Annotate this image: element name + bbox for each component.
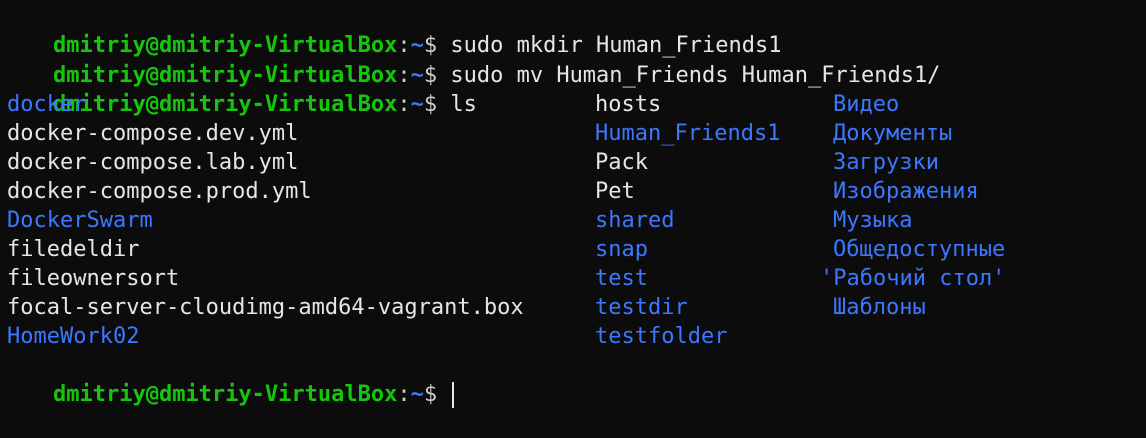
prompt-symbol: $: [423, 382, 451, 407]
command-line-1: dmitriy@dmitriy-VirtualBox:~$ sudo mkdir…: [0, 2, 782, 58]
ls-entry-templates: Шаблоны: [833, 295, 926, 320]
ls-entry-downloads: Загрузки: [833, 150, 939, 175]
ls-entry-documents: Документы: [833, 121, 953, 146]
ls-entry-desktop: 'Рабочий стол': [820, 266, 1006, 291]
ls-entry-docker-compose-lab: docker-compose.lab.yml: [7, 150, 299, 175]
command-line-3: dmitriy@dmitriy-VirtualBox:~$ ls: [0, 61, 477, 117]
ls-entry-pictures: Изображения: [833, 179, 979, 204]
prompt-colon: :: [397, 382, 411, 407]
ls-entry-pack: Pack: [595, 150, 648, 175]
ls-entry-focal-box: focal-server-cloudimg-amd64-vagrant.box: [7, 295, 524, 320]
prompt-user: dmitriy@dmitriy-VirtualBox: [52, 382, 398, 407]
prompt-colon: :: [397, 92, 411, 117]
prompt-path: ~: [410, 92, 424, 117]
command-text: ls: [450, 92, 477, 117]
ls-entry-music: Музыка: [833, 208, 913, 233]
prompt-symbol: $: [423, 92, 451, 117]
ls-entry-dockerswarm: DockerSwarm: [7, 208, 153, 233]
ls-entry-public: Общедоступные: [833, 237, 1006, 262]
ls-entry-testdir: testdir: [595, 295, 688, 320]
terminal-window[interactable]: dmitriy@dmitriy-VirtualBox:~$ sudo mkdir…: [0, 0, 1146, 408]
ls-entry-snap: snap: [595, 237, 648, 262]
ls-entry-docker-compose-dev: docker-compose.dev.yml: [7, 121, 299, 146]
ls-entry-shared: shared: [595, 208, 675, 233]
ls-entry-test: test: [595, 266, 648, 291]
ls-entry-docker-compose-prod: docker-compose.prod.yml: [7, 179, 312, 204]
ls-entry-docker: docker: [7, 92, 87, 117]
text-cursor: [452, 382, 455, 408]
ls-entry-filedeldir: filedeldir: [7, 237, 140, 262]
command-text: sudo mv Human_Friends Human_Friends1/: [450, 63, 941, 88]
ls-entry-hosts: hosts: [595, 92, 662, 117]
ls-entry-human-friends1: Human_Friends1: [595, 121, 781, 146]
ls-entry-fileownersort: fileownersort: [7, 266, 180, 291]
ls-entry-testfolder: testfolder: [595, 324, 728, 349]
command-line-2: dmitriy@dmitriy-VirtualBox:~$ sudo mv Hu…: [0, 32, 940, 88]
ls-entry-video: Видео: [833, 92, 900, 117]
prompt-user: dmitriy@dmitriy-VirtualBox: [52, 92, 398, 117]
ls-entry-pet: Pet: [595, 179, 635, 204]
ls-entry-homework02: HomeWork02: [7, 324, 140, 349]
current-prompt-line[interactable]: dmitriy@dmitriy-VirtualBox:~$: [0, 351, 455, 408]
prompt-path: ~: [410, 382, 424, 407]
